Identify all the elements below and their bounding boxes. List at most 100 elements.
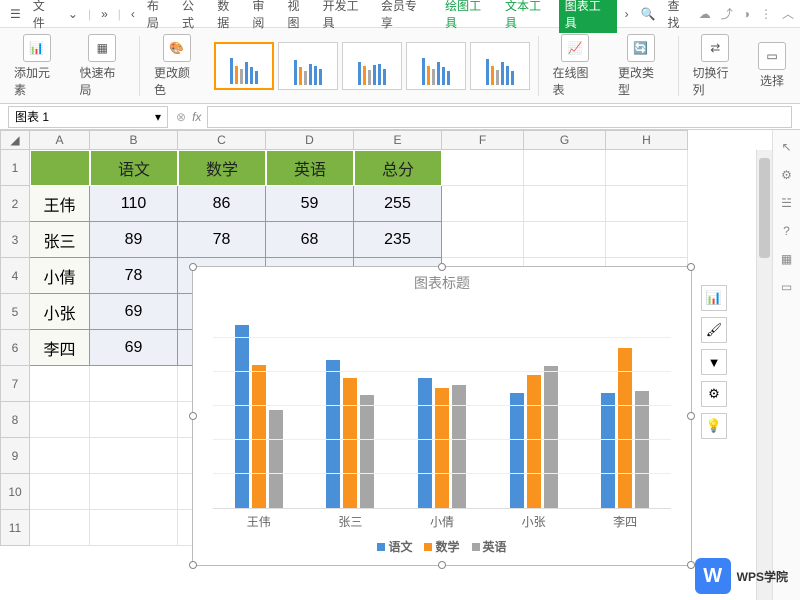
cell[interactable]: 英语 (266, 150, 354, 186)
cell[interactable]: 69 (90, 294, 178, 330)
bar[interactable] (527, 375, 541, 508)
cell[interactable]: 78 (90, 258, 178, 294)
cell[interactable]: 59 (266, 186, 354, 222)
style-thumb-5[interactable] (470, 42, 530, 90)
bar[interactable] (343, 378, 357, 508)
chart-element-icon[interactable]: 📊 (701, 285, 727, 311)
hamburger-icon[interactable]: ☰ (6, 5, 25, 23)
style-thumb-1[interactable] (214, 42, 274, 90)
row-header[interactable]: 8 (0, 402, 30, 438)
bar-group[interactable] (326, 360, 374, 508)
cell[interactable] (30, 510, 90, 546)
more-icon[interactable]: ⋮ (760, 7, 772, 21)
select-all-corner[interactable]: ◢ (0, 130, 30, 150)
resize-handle[interactable] (438, 263, 446, 271)
tab-next-icon[interactable]: › (621, 5, 633, 23)
col-header[interactable]: G (524, 130, 606, 150)
cell[interactable]: 110 (90, 186, 178, 222)
col-header[interactable]: H (606, 130, 688, 150)
cell[interactable]: 王伟 (30, 186, 90, 222)
cell[interactable] (30, 438, 90, 474)
resize-handle[interactable] (687, 412, 695, 420)
cell[interactable] (90, 474, 178, 510)
tab-view[interactable]: 视图 (283, 0, 314, 33)
style-thumb-4[interactable] (406, 42, 466, 90)
col-header[interactable]: F (442, 130, 524, 150)
col-header[interactable]: D (266, 130, 354, 150)
style-thumb-2[interactable] (278, 42, 338, 90)
cell[interactable]: 86 (178, 186, 266, 222)
cell[interactable] (442, 222, 524, 258)
change-color-button[interactable]: 🎨更改颜色 (148, 32, 206, 100)
chart-plot-area[interactable] (213, 299, 671, 509)
tab-draw-tools[interactable]: 绘图工具 (439, 0, 497, 33)
cell[interactable] (30, 366, 90, 402)
tab-review[interactable]: 审阅 (248, 0, 279, 33)
cell[interactable] (606, 186, 688, 222)
resize-handle[interactable] (189, 561, 197, 569)
bar[interactable] (418, 378, 432, 508)
cell[interactable] (30, 150, 90, 186)
row-header[interactable]: 11 (0, 510, 30, 546)
chart-filter-icon[interactable]: ▼ (701, 349, 727, 375)
cell[interactable]: 小倩 (30, 258, 90, 294)
resize-handle[interactable] (687, 263, 695, 271)
legend-item[interactable]: 数学 (435, 538, 459, 555)
row-header[interactable]: 5 (0, 294, 30, 330)
bar[interactable] (435, 388, 449, 508)
cell[interactable]: 78 (178, 222, 266, 258)
help-icon[interactable]: ? (783, 224, 790, 238)
cell[interactable] (90, 366, 178, 402)
cell[interactable]: 李四 (30, 330, 90, 366)
cell[interactable]: 255 (354, 186, 442, 222)
bar[interactable] (452, 385, 466, 508)
col-header[interactable]: E (354, 130, 442, 150)
bar[interactable] (601, 393, 615, 508)
row-header[interactable]: 9 (0, 438, 30, 474)
tab-chart-tools[interactable]: 图表工具 (559, 0, 617, 33)
chart-legend[interactable]: 语文 数学 英语 (193, 538, 691, 555)
bar-group[interactable] (601, 348, 649, 508)
chart-settings-icon[interactable]: ⚙ (701, 381, 727, 407)
row-header[interactable]: 7 (0, 366, 30, 402)
cell[interactable] (606, 150, 688, 186)
resize-handle[interactable] (189, 412, 197, 420)
cell[interactable]: 张三 (30, 222, 90, 258)
tab-dev[interactable]: 开发工具 (319, 0, 373, 33)
style-thumb-3[interactable] (342, 42, 402, 90)
tab-formula[interactable]: 公式 (178, 0, 209, 33)
bar[interactable] (235, 325, 249, 508)
cell[interactable] (524, 186, 606, 222)
name-box[interactable]: 图表 1▾ (8, 106, 168, 128)
cell[interactable] (524, 150, 606, 186)
tab-prev-icon[interactable]: ‹ (127, 5, 139, 23)
online-chart-button[interactable]: 📈在线图表 (547, 32, 605, 100)
bar[interactable] (510, 393, 524, 508)
row-header[interactable]: 2 (0, 186, 30, 222)
row-header[interactable]: 10 (0, 474, 30, 510)
bar[interactable] (269, 410, 283, 508)
bar-group[interactable] (510, 366, 558, 508)
formula-bar[interactable] (207, 106, 792, 128)
cell[interactable]: 总分 (354, 150, 442, 186)
row-header[interactable]: 1 (0, 150, 30, 186)
scroll-thumb[interactable] (759, 158, 770, 258)
bar[interactable] (635, 391, 649, 508)
switch-rowcol-button[interactable]: ⇄切换行列 (687, 32, 745, 100)
col-header[interactable]: B (90, 130, 178, 150)
cell[interactable]: 小张 (30, 294, 90, 330)
bar-group[interactable] (235, 325, 283, 508)
row-header[interactable]: 4 (0, 258, 30, 294)
collapse-icon[interactable]: ︿ (782, 5, 794, 22)
chart-title[interactable]: 图表标题 (193, 267, 691, 299)
search-label[interactable]: 查找 (664, 0, 695, 33)
chevron-down-icon[interactable]: ▾ (155, 110, 161, 124)
select-button[interactable]: ▭选择 (752, 40, 792, 91)
cell[interactable] (90, 510, 178, 546)
vertical-scrollbar[interactable] (756, 150, 772, 600)
cursor-icon[interactable]: ↖ (781, 140, 791, 154)
cell[interactable] (90, 438, 178, 474)
settings-icon[interactable]: ⚙ (781, 168, 792, 182)
col-header[interactable]: A (30, 130, 90, 150)
tab-layout[interactable]: 布局 (143, 0, 174, 33)
